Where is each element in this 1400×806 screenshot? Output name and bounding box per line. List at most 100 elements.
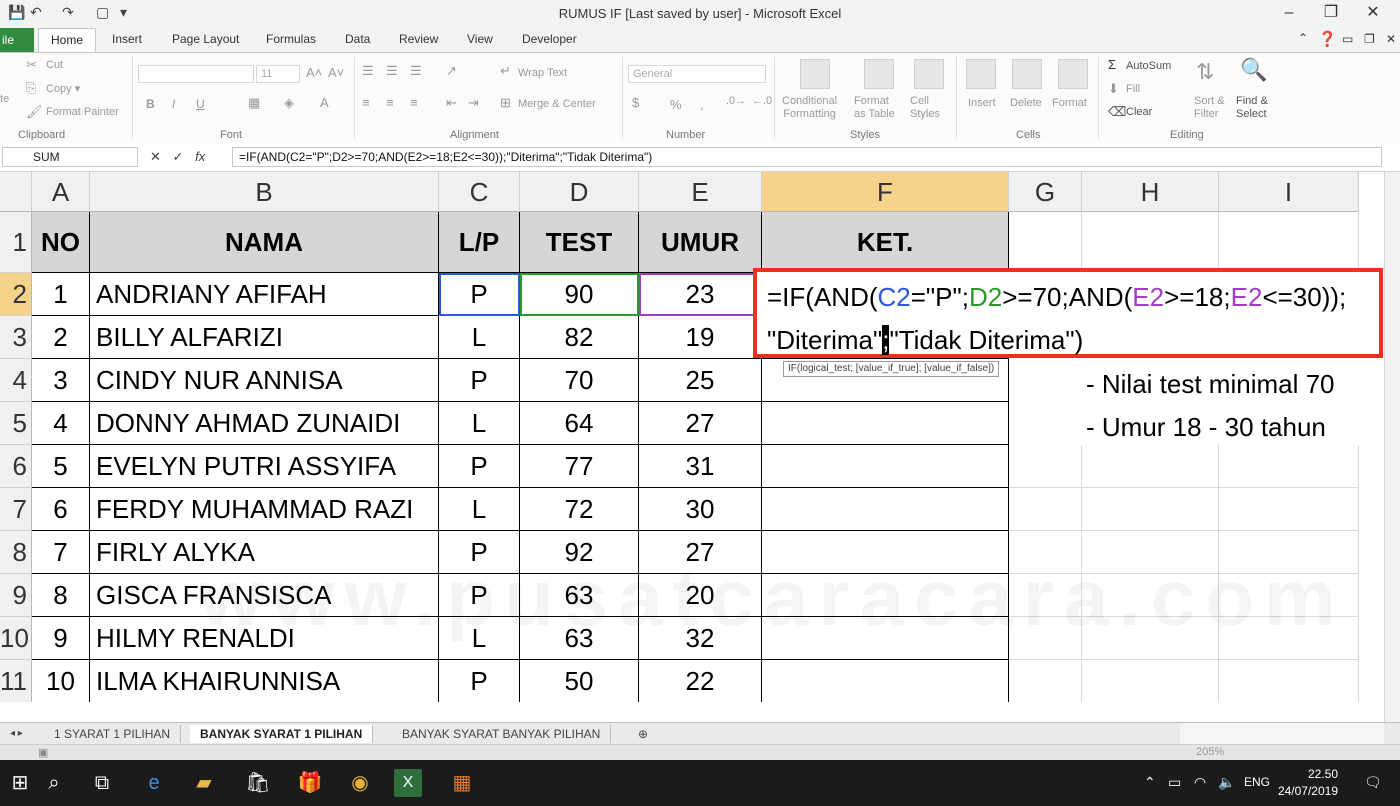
find-select-button[interactable]: Find & Select bbox=[1236, 95, 1268, 121]
row-header-9[interactable]: 9 bbox=[0, 574, 32, 617]
borders-icon[interactable]: ▦ bbox=[248, 95, 260, 111]
empty-cell[interactable] bbox=[1219, 660, 1359, 702]
table-cell-no[interactable]: 1 bbox=[32, 273, 90, 316]
grow-font-button[interactable]: A˄ bbox=[306, 65, 322, 80]
table-header-lp[interactable]: L/P bbox=[439, 212, 520, 273]
restore-button[interactable]: ❐ bbox=[1316, 2, 1346, 24]
table-cell-no[interactable]: 3 bbox=[32, 359, 90, 402]
table-header-no[interactable]: NO bbox=[32, 212, 90, 273]
row-header-10[interactable]: 10 bbox=[0, 617, 32, 660]
indent-icon[interactable]: ⇤ bbox=[446, 95, 457, 111]
copy-button[interactable]: Copy ▾ bbox=[46, 82, 80, 95]
tab-data[interactable]: Data bbox=[345, 32, 370, 46]
font-name-combo[interactable] bbox=[138, 65, 254, 83]
column-header-h[interactable]: H bbox=[1082, 172, 1219, 212]
table-cell-nama[interactable]: ILMA KHAIRUNNISA bbox=[90, 660, 439, 702]
empty-cell[interactable] bbox=[1009, 445, 1082, 488]
tab-review[interactable]: Review bbox=[399, 32, 438, 46]
decrease-decimal-icon[interactable]: ←.0 bbox=[752, 95, 772, 107]
file-explorer-icon[interactable]: ▰ bbox=[190, 769, 218, 797]
gift-app-icon[interactable]: 🎁 bbox=[296, 769, 324, 797]
row-header-3[interactable]: 3 bbox=[0, 316, 32, 359]
tab-file[interactable]: ile bbox=[0, 28, 34, 52]
minimize-button[interactable]: – bbox=[1274, 2, 1304, 24]
sheet-nav-arrows-icon[interactable]: ◂ ▸ bbox=[0, 725, 33, 743]
table-cell-umur[interactable]: 23 bbox=[639, 273, 762, 316]
sheet-tab-2[interactable]: BANYAK SYARAT 1 PILIHAN bbox=[190, 725, 374, 743]
table-cell-lp[interactable]: L bbox=[439, 402, 520, 445]
table-cell-umur[interactable]: 27 bbox=[639, 402, 762, 445]
sort-filter-button[interactable]: Sort & Filter bbox=[1194, 95, 1225, 121]
bold-button[interactable]: B bbox=[146, 97, 155, 111]
language-indicator[interactable]: ENG bbox=[1244, 775, 1270, 789]
row-header-7[interactable]: 7 bbox=[0, 488, 32, 531]
table-header-ket[interactable]: KET. bbox=[762, 212, 1009, 273]
table-cell-lp[interactable]: P bbox=[439, 273, 520, 316]
windows-start-icon[interactable]: ⊞ bbox=[6, 769, 34, 797]
table-cell-umur[interactable]: 25 bbox=[639, 359, 762, 402]
table-cell-test[interactable]: 82 bbox=[520, 316, 639, 359]
table-cell-test[interactable]: 72 bbox=[520, 488, 639, 531]
table-cell-no[interactable]: 9 bbox=[32, 617, 90, 660]
tab-insert[interactable]: Insert bbox=[112, 32, 142, 46]
row-header-8[interactable]: 8 bbox=[0, 531, 32, 574]
clock[interactable]: 22.50 24/07/2019 bbox=[1278, 766, 1338, 800]
column-header-e[interactable]: E bbox=[639, 172, 762, 212]
column-header-f[interactable]: F bbox=[762, 172, 1009, 212]
table-cell-lp[interactable]: P bbox=[439, 445, 520, 488]
empty-cell[interactable] bbox=[1082, 660, 1219, 702]
tab-formulas[interactable]: Formulas bbox=[266, 32, 316, 46]
horizontal-scrollbar[interactable] bbox=[1180, 723, 1384, 745]
align-bottom-icon[interactable]: ☰ bbox=[410, 63, 422, 79]
table-cell-umur[interactable]: 22 bbox=[639, 660, 762, 702]
font-size-combo[interactable]: 11 bbox=[256, 65, 300, 83]
align-center-icon[interactable]: ≡ bbox=[386, 95, 394, 110]
store-icon[interactable]: 🛍 bbox=[244, 769, 272, 797]
table-cell-no[interactable]: 2 bbox=[32, 316, 90, 359]
empty-cell[interactable] bbox=[1009, 212, 1082, 273]
column-header-a[interactable]: A bbox=[32, 172, 90, 212]
table-header-nama[interactable]: NAMA bbox=[90, 212, 439, 273]
table-cell-lp[interactable]: L bbox=[439, 316, 520, 359]
enter-icon[interactable]: ✓ bbox=[173, 149, 184, 164]
tab-home[interactable]: Home bbox=[38, 28, 96, 52]
table-cell-test[interactable]: 70 bbox=[520, 359, 639, 402]
autosum-button[interactable]: AutoSum bbox=[1126, 60, 1171, 72]
name-box[interactable]: SUM bbox=[2, 147, 138, 167]
table-cell-nama[interactable]: DONNY AHMAD ZUNAIDI bbox=[90, 402, 439, 445]
table-cell-no[interactable]: 7 bbox=[32, 531, 90, 574]
task-view-icon[interactable]: ⧉ bbox=[88, 769, 116, 797]
empty-cell[interactable] bbox=[1219, 488, 1359, 531]
function-argument-tooltip[interactable]: IF(logical_test; [value_if_true]; [value… bbox=[783, 361, 1000, 377]
orientation-icon[interactable]: ↗ bbox=[446, 63, 457, 79]
number-format-combo[interactable]: General bbox=[628, 65, 766, 83]
table-cell-no[interactable]: 8 bbox=[32, 574, 90, 617]
comma-button[interactable]: , bbox=[700, 97, 704, 112]
delete-cells-button[interactable]: Delete bbox=[1010, 97, 1042, 109]
search-icon[interactable]: ⌕ bbox=[40, 769, 68, 797]
accounting-format-icon[interactable]: $ bbox=[632, 95, 639, 110]
column-header-g[interactable]: G bbox=[1009, 172, 1082, 212]
tray-expand-icon[interactable]: ⌃ bbox=[1144, 774, 1156, 791]
row-header-11[interactable]: 11 bbox=[0, 660, 32, 702]
conditional-formatting-button[interactable]: Conditional Formatting bbox=[782, 95, 837, 121]
workbook-minimize-icon[interactable]: ▭ bbox=[1342, 32, 1353, 46]
empty-cell[interactable] bbox=[1009, 660, 1082, 702]
empty-cell[interactable] bbox=[1009, 488, 1082, 531]
outdent-icon[interactable]: ⇥ bbox=[468, 95, 479, 111]
row-header-5[interactable]: 5 bbox=[0, 402, 32, 445]
align-left-icon[interactable]: ≡ bbox=[362, 95, 370, 110]
format-painter-button[interactable]: Format Painter bbox=[46, 106, 119, 118]
in-cell-formula-editor[interactable]: =IF(AND(C2="P";D2>=70;AND(E2>=18;E2<=30)… bbox=[753, 268, 1383, 358]
sheet-tab-3[interactable]: BANYAK SYARAT BANYAK PILIHAN bbox=[392, 725, 612, 743]
percent-button[interactable]: % bbox=[670, 97, 682, 112]
sheet-tab-1[interactable]: 1 SYARAT 1 PILIHAN bbox=[44, 725, 182, 743]
table-cell-nama[interactable]: ANDRIANY AFIFAH bbox=[90, 273, 439, 316]
empty-cell[interactable] bbox=[1219, 212, 1359, 273]
format-as-table-button[interactable]: Format as Table bbox=[854, 95, 895, 121]
cancel-icon[interactable]: ✕ bbox=[150, 149, 161, 164]
cell-styles-button[interactable]: Cell Styles bbox=[910, 95, 940, 121]
font-color-icon[interactable]: A bbox=[320, 95, 329, 110]
table-cell-ket[interactable] bbox=[762, 660, 1009, 702]
empty-cell[interactable] bbox=[1219, 445, 1359, 488]
